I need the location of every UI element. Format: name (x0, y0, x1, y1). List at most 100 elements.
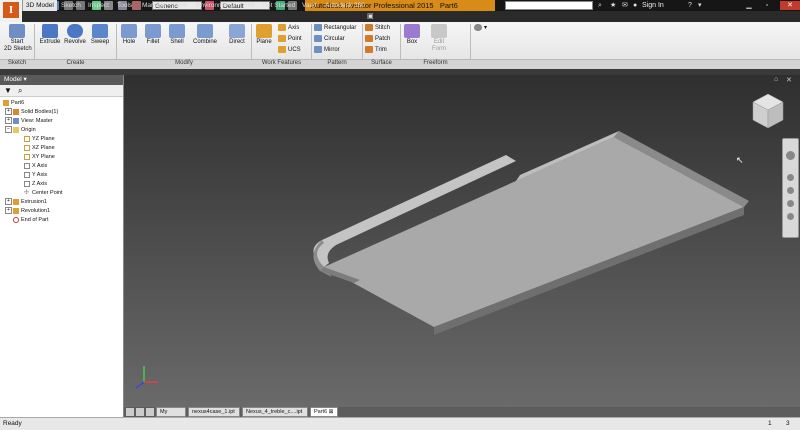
box-button[interactable]: Box (402, 24, 422, 45)
tree-item-y-axis[interactable]: Y Axis (24, 171, 47, 179)
menu-icon[interactable] (146, 408, 154, 416)
user-icon[interactable]: ● (633, 2, 640, 9)
home-view-icon[interactable]: ⌂ (774, 76, 778, 83)
start-sketch-button[interactable]: Start 2D Sketch (4, 24, 32, 53)
tree-item-part6[interactable]: Part6 (3, 99, 24, 107)
edit-form-button[interactable]: Edit Form (428, 24, 450, 53)
rectangular-pattern-button[interactable]: Rectangular (314, 24, 356, 33)
tree-item-x-axis[interactable]: X Axis (24, 162, 47, 170)
doc-tab-part6[interactable]: Part6 ⊠ (310, 407, 338, 417)
close-button[interactable]: ✕ (780, 1, 800, 10)
sweep-label: Sweep (90, 39, 110, 45)
tab-view[interactable]: View (170, 0, 190, 11)
search-input[interactable] (505, 1, 593, 10)
ucs-button[interactable]: UCS (278, 46, 301, 55)
revolve-button[interactable]: Revolve (63, 24, 87, 45)
tab-sketch[interactable]: Sketch (58, 0, 84, 11)
application-menu-button[interactable]: I (0, 0, 23, 22)
tree-item-xy-plane[interactable]: XY Plane (24, 153, 55, 161)
extrude-button[interactable]: Extrude (38, 24, 62, 45)
tree-item-z-axis[interactable]: Z Axis (24, 180, 47, 188)
viewcube-icon[interactable] (751, 92, 785, 130)
shell-button[interactable]: Shell (166, 24, 188, 45)
pan-icon[interactable] (787, 174, 794, 181)
filter-icon[interactable]: ▼ (4, 86, 12, 95)
ribbon-toggle-icon[interactable]: ▣ (367, 13, 374, 20)
dropdown-icon[interactable]: ▾ (698, 2, 705, 9)
panel-label-modify[interactable]: Modify (117, 59, 251, 68)
tab-autodesk-360[interactable]: Autodesk 360 (322, 0, 368, 11)
subscription-icon[interactable]: ★ (610, 2, 617, 9)
circular-pattern-button[interactable]: Circular (314, 35, 345, 44)
fillet-button[interactable]: Fillet (142, 24, 164, 45)
tab-3d-model[interactable]: 3D Model (23, 0, 57, 11)
graphics-viewport[interactable]: ↖ (124, 75, 800, 407)
expand-icon[interactable]: + (5, 198, 12, 206)
box-icon (404, 24, 420, 38)
tree-item-label: Extrusion1 (21, 199, 47, 205)
point-button[interactable]: Point (278, 35, 302, 44)
patch-button[interactable]: Patch (365, 35, 390, 44)
direct-button[interactable]: Direct (226, 24, 248, 45)
tile-icon[interactable] (126, 408, 134, 416)
axis-button[interactable]: Axis (278, 24, 299, 33)
tree-item-end-of-part[interactable]: End of Part (13, 216, 49, 224)
steering-wheel-icon[interactable] (786, 151, 795, 160)
stitch-button[interactable]: Stitch (365, 24, 390, 33)
options-button[interactable]: ▾ (474, 24, 487, 33)
panel-label-create[interactable]: Create (35, 59, 116, 68)
close-panel-icon[interactable]: ✕ (786, 76, 792, 84)
ucs-icon (278, 46, 286, 53)
solid-bodies-icon (13, 108, 19, 115)
expand-icon[interactable]: + (5, 108, 12, 116)
patch-icon (365, 35, 373, 42)
cascade-icon[interactable] (136, 408, 144, 416)
sweep-button[interactable]: Sweep (88, 24, 112, 45)
tree-item-origin[interactable]: − Origin (5, 126, 36, 134)
revolve-icon (67, 24, 83, 38)
extrude-label: Extrude (39, 39, 61, 45)
expand-icon[interactable]: + (5, 207, 12, 215)
communication-icon[interactable]: ✉ (622, 2, 629, 9)
document-title: Part6 (439, 1, 458, 10)
hole-button[interactable]: Hole (118, 24, 140, 45)
orbit-icon[interactable] (787, 200, 794, 207)
expand-icon[interactable]: + (5, 117, 12, 125)
tree-item-xz-plane[interactable]: XZ Plane (24, 144, 55, 152)
help-icon[interactable]: ? (688, 2, 695, 9)
sign-in-link[interactable]: Sign In (642, 0, 664, 11)
look-at-icon[interactable] (787, 213, 794, 220)
minimize-button[interactable]: ▁ (742, 1, 756, 10)
part-icon (3, 99, 9, 106)
ribbon-tab-row (22, 11, 800, 22)
tab-get-started[interactable]: Get Started (259, 0, 298, 11)
combine-button[interactable]: Combine (191, 24, 219, 45)
maximize-button[interactable]: ▫ (760, 1, 774, 10)
find-icon[interactable]: ⌕ (18, 86, 22, 96)
doc-tab-nexus-treble[interactable]: Nexus_4_treble_c....ipt (242, 407, 308, 417)
tree-item-extrusion1[interactable]: + Extrusion1 (5, 198, 47, 206)
plane-button[interactable]: Plane (253, 24, 275, 45)
tree-item-center-point[interactable]: ✣ Center Point (24, 189, 63, 197)
binoculars-icon[interactable]: ⌕ (598, 2, 605, 9)
tab-tools[interactable]: Tools (114, 0, 135, 11)
doc-tab-nexus4case[interactable]: nexus4case_1.ipt (188, 407, 240, 417)
doc-tab-my-home[interactable]: My Home (156, 407, 186, 423)
tab-inspect[interactable]: Inspect (85, 0, 112, 11)
close-tab-icon[interactable]: ⊠ (329, 409, 334, 415)
trim-button[interactable]: Trim (365, 46, 387, 55)
collapse-icon[interactable]: − (5, 126, 12, 134)
tab-manage[interactable]: Manage (139, 0, 169, 11)
tab-vault[interactable]: Vault (299, 0, 319, 11)
zoom-icon[interactable] (787, 187, 794, 194)
mirror-button[interactable]: Mirror (314, 46, 340, 55)
tab-bim[interactable]: BIM (240, 0, 258, 11)
tree-item-yz-plane[interactable]: YZ Plane (24, 135, 55, 143)
browser-header[interactable]: Model ▾ (0, 75, 123, 85)
tree-item-solid-bodies[interactable]: + Solid Bodies(1) (5, 108, 58, 116)
tab-environments[interactable]: Environments (193, 0, 239, 11)
panel-label-surface[interactable]: Surface (363, 59, 400, 68)
browser-title: Model (4, 76, 22, 83)
tree-item-view-master[interactable]: + View: Master (5, 117, 53, 125)
tree-item-revolution1[interactable]: + Revolution1 (5, 207, 50, 215)
